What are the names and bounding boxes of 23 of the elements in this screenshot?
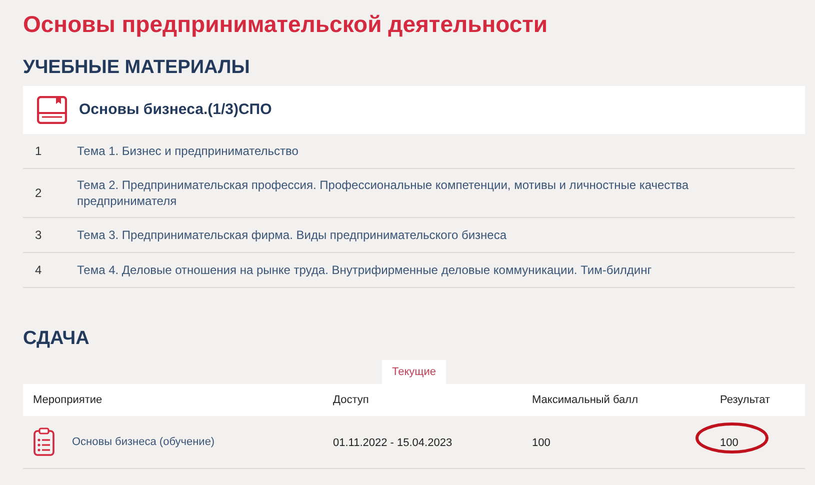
page-title: Основы предпринимательской деятельности bbox=[23, 10, 549, 39]
column-header: Мероприятие bbox=[33, 392, 104, 408]
section-heading: СДАЧА bbox=[23, 327, 90, 351]
column-header: Результат bbox=[720, 392, 772, 408]
topic-number: 2 bbox=[34, 185, 43, 202]
tab[interactable]: Текущие bbox=[382, 360, 446, 384]
course-title[interactable]: Основы бизнеса.(1/3)СПО bbox=[79, 98, 272, 122]
topic-link[interactable]: Тема 1. Бизнес и предпринимательство bbox=[77, 143, 755, 159]
book-icon bbox=[37, 96, 67, 124]
table-cell: 01.11.2022 - 15.04.2023 bbox=[333, 437, 452, 449]
topic-number: 1 bbox=[34, 143, 43, 160]
topic-link[interactable]: Тема 2. Предпринимательская профессия. Профессиональные компетенции, мотивы и личностные качества предпринимателя bbox=[77, 177, 755, 209]
column-header: Доступ bbox=[333, 392, 370, 408]
column-header: Максимальный балл bbox=[532, 392, 639, 408]
topic-link[interactable]: Тема 3. Предпринимательская фирма. Виды предпринимательского бизнеса bbox=[77, 227, 755, 243]
topic-number: 3 bbox=[34, 227, 43, 244]
topic-link[interactable]: Тема 4. Деловые отношения на рынке труда. Внутрифирменные деловые коммуникации. Тим-билдинг bbox=[77, 262, 755, 278]
section-heading: УЧЕБНЫЕ МАТЕРИАЛЫ bbox=[23, 56, 251, 80]
topic-number: 4 bbox=[34, 262, 43, 279]
event-link[interactable]: Основы бизнеса (обучение) bbox=[72, 434, 215, 450]
clipboard-list-icon bbox=[33, 427, 55, 457]
table-cell: 100 bbox=[532, 437, 550, 449]
table-cell: 100 bbox=[720, 437, 738, 449]
